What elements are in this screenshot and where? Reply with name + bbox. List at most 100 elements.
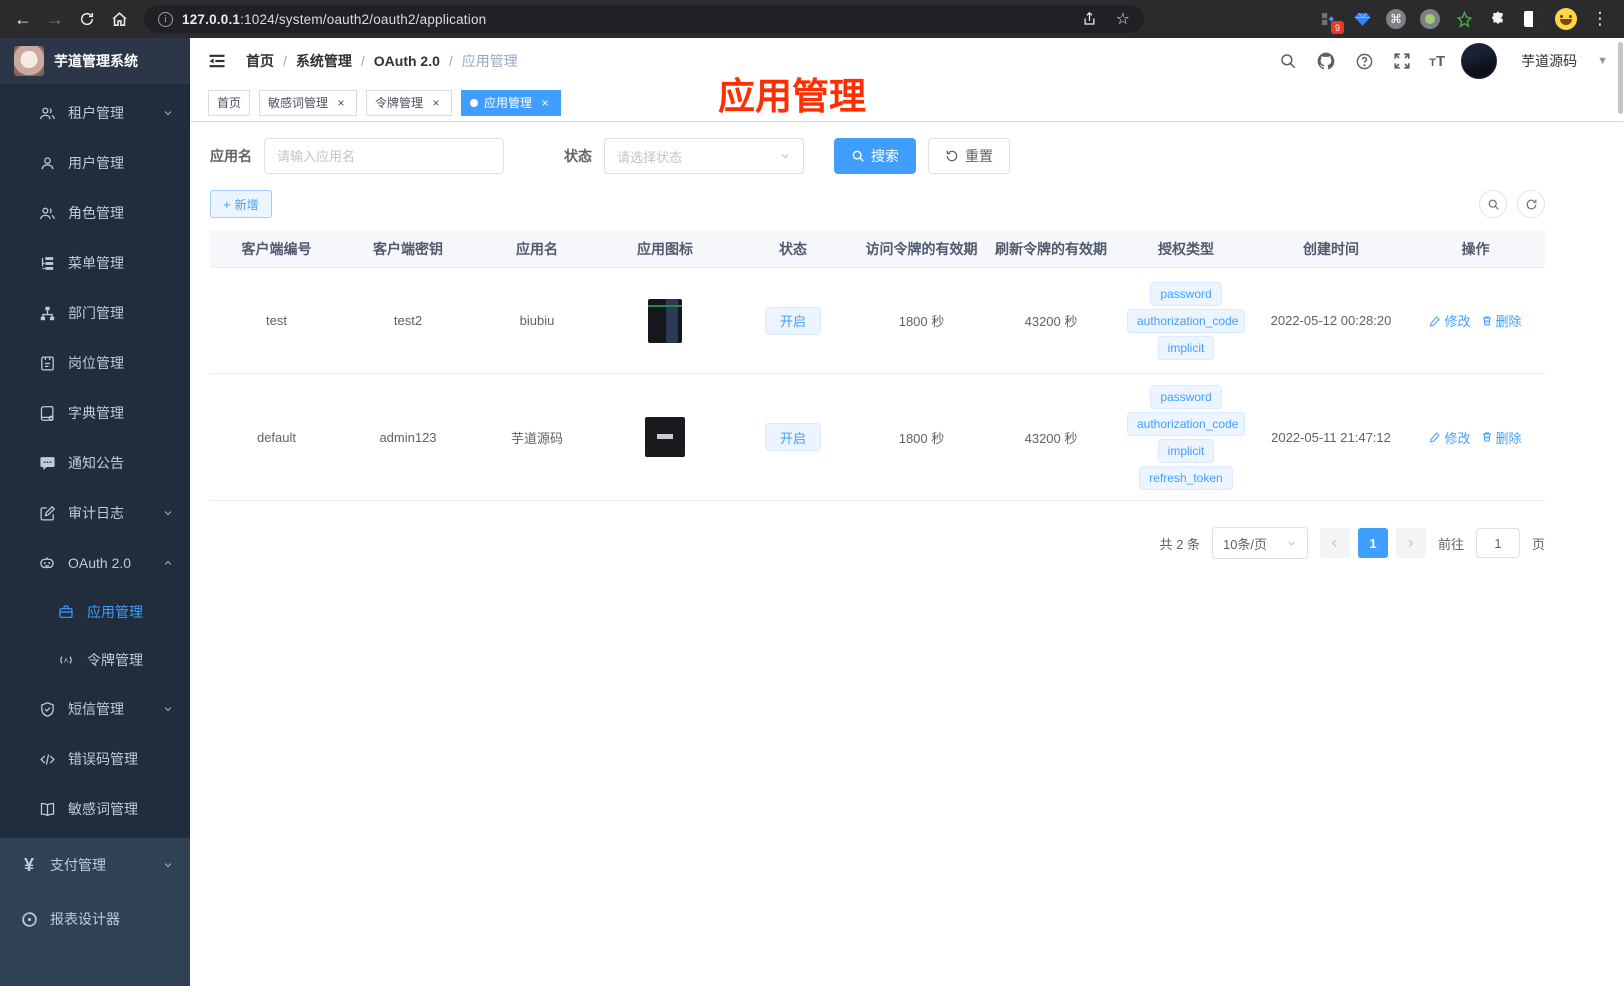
green-star-icon[interactable] xyxy=(1452,7,1476,31)
puzzle-icon[interactable] xyxy=(1486,7,1510,31)
share-icon[interactable] xyxy=(1082,11,1097,27)
tab-token[interactable]: 令牌管理 × xyxy=(366,89,453,116)
tab-sensitive-word[interactable]: 敏感词管理 × xyxy=(259,89,358,116)
cell-create-time: 2022-05-11 21:47:12 xyxy=(1271,429,1391,445)
extension-grid-icon[interactable]: 9 xyxy=(1316,7,1344,34)
prev-page-button[interactable] xyxy=(1319,528,1350,558)
record-circle-icon[interactable] xyxy=(1418,7,1442,31)
breadcrumb-oauth[interactable]: OAuth 2.0 xyxy=(374,53,440,69)
forward-arrow-icon[interactable]: → xyxy=(40,4,70,34)
profile-emoji-avatar[interactable] xyxy=(1554,7,1578,31)
url-bar[interactable]: i 127.0.0.1:1024/system/oauth2/oauth2/ap… xyxy=(144,5,1144,33)
search-button[interactable]: 搜索 xyxy=(834,138,916,174)
logo-rabbit-image xyxy=(14,46,44,76)
gem-icon[interactable] xyxy=(1350,7,1374,31)
sidebar-item-oauth2-application[interactable]: 应用管理 xyxy=(0,588,190,636)
goto-page-input[interactable] xyxy=(1475,528,1520,558)
sidebar-item-oauth2[interactable]: OAuth 2.0 xyxy=(0,538,190,588)
page-number-button[interactable]: 1 xyxy=(1357,528,1388,558)
page-scrollbar-thumb[interactable] xyxy=(1618,42,1623,114)
close-icon[interactable]: × xyxy=(334,96,348,110)
sidebar-item-label: 应用管理 xyxy=(87,604,143,620)
sidebar-item-label: 审计日志 xyxy=(68,505,124,521)
breadcrumb: 首页 / 系统管理 / OAuth 2.0 / 应用管理 xyxy=(246,51,518,71)
username: 芋道源码 xyxy=(1521,53,1578,69)
sidebar-item-label: 用户管理 xyxy=(68,155,124,171)
sidebar-item-label: 菜单管理 xyxy=(68,255,124,271)
reset-button[interactable]: 重置 xyxy=(928,138,1010,174)
sidebar-menu: 租户管理 用户管理 角色管理 菜单管理 部门管理 岗位管理 字典管理 通知公告 … xyxy=(0,84,190,986)
sidebar-item-report-designer[interactable]: 报表设计器 xyxy=(0,892,190,946)
page-content: 应用名 状态 请选择状态 搜索 重置 xyxy=(190,122,1624,986)
logo-area[interactable]: 芋道管理系统 xyxy=(0,38,190,84)
search-icon[interactable] xyxy=(1277,50,1299,72)
delete-link[interactable]: 删除 xyxy=(1481,311,1522,330)
home-icon[interactable] xyxy=(104,4,134,34)
add-button[interactable]: + 新增 xyxy=(210,190,272,218)
back-arrow-icon[interactable]: ← xyxy=(8,4,38,34)
split-square-icon[interactable] xyxy=(1520,7,1544,31)
sidebar-item-dept[interactable]: 部门管理 xyxy=(0,288,190,338)
sidebar-item-role[interactable]: 角色管理 xyxy=(0,188,190,238)
pagination: 共 2 条 10条/页 1 前往 页 xyxy=(210,527,1545,559)
refresh-table-button[interactable] xyxy=(1517,190,1545,218)
sidebar-item-oauth2-token[interactable]: A 令牌管理 xyxy=(0,636,190,684)
sidebar-item-sms[interactable]: 短信管理 xyxy=(0,684,190,734)
edit-link[interactable]: 修改 xyxy=(1429,428,1471,447)
plus-icon: + xyxy=(223,196,231,212)
page-size-select[interactable]: 10条/页 xyxy=(1211,527,1308,559)
cell-client-secret: admin123 xyxy=(379,429,437,445)
sidebar-item-errcode[interactable]: 错误码管理 xyxy=(0,734,190,784)
navbar: 首页 / 系统管理 / OAuth 2.0 / 应用管理 TT 芋道源码 ▼ xyxy=(190,38,1624,84)
github-icon[interactable] xyxy=(1315,50,1337,72)
close-icon[interactable]: × xyxy=(538,96,552,110)
navbar-actions: TT 芋道源码 ▼ xyxy=(1277,43,1608,79)
caret-down-icon[interactable]: ▼ xyxy=(1597,55,1608,67)
app-name-input[interactable] xyxy=(264,138,504,174)
bookmark-star-icon[interactable]: ☆ xyxy=(1116,9,1130,29)
fullscreen-icon[interactable] xyxy=(1391,50,1413,72)
next-page-button[interactable] xyxy=(1395,528,1426,558)
breadcrumb-system[interactable]: 系统管理 xyxy=(296,51,352,71)
sidebar-item-sensitive-word[interactable]: 敏感词管理 xyxy=(0,784,190,834)
col-app-name: 应用名 xyxy=(516,240,558,257)
font-size-icon[interactable]: TT xyxy=(1429,53,1445,70)
sidebar-item-user[interactable]: 用户管理 xyxy=(0,138,190,188)
sidebar-item-notice[interactable]: 通知公告 xyxy=(0,438,190,488)
delete-label: 删除 xyxy=(1495,430,1522,446)
delete-link[interactable]: 删除 xyxy=(1481,428,1522,447)
kebab-menu-icon[interactable]: ⋮ xyxy=(1588,7,1612,31)
info-circle-icon[interactable]: i xyxy=(158,11,173,27)
toggle-search-button[interactable] xyxy=(1479,190,1507,218)
tab-home[interactable]: 首页 xyxy=(208,89,251,116)
tab-application-active[interactable]: 应用管理 × xyxy=(461,89,562,116)
app-name-label: 应用名 xyxy=(210,148,252,164)
col-client-secret: 客户端密钥 xyxy=(373,240,443,257)
sidebar-item-dict[interactable]: 字典管理 xyxy=(0,388,190,438)
sidebar-item-tenant[interactable]: 租户管理 xyxy=(0,88,190,138)
command-circle-icon[interactable]: ⌘ xyxy=(1384,7,1408,31)
cell-refresh-validity: 43200 秒 xyxy=(1024,314,1078,329)
sidebar-item-audit-log[interactable]: 审计日志 xyxy=(0,488,190,538)
sidebar-item-post[interactable]: 岗位管理 xyxy=(0,338,190,388)
status-select[interactable]: 请选择状态 xyxy=(604,138,804,174)
edit-link[interactable]: 修改 xyxy=(1429,311,1471,330)
breadcrumb-home[interactable]: 首页 xyxy=(246,51,274,71)
sidebar-item-menu[interactable]: 菜单管理 xyxy=(0,238,190,288)
cell-create-time: 2022-05-12 00:28:20 xyxy=(1270,313,1392,328)
status-select-placeholder: 请选择状态 xyxy=(617,149,683,165)
cell-grant-types: password authorization_code implicit xyxy=(1116,281,1256,360)
close-icon[interactable]: × xyxy=(429,96,443,110)
status-label: 状态 xyxy=(564,148,592,164)
search-icon xyxy=(1488,199,1499,210)
help-circle-icon[interactable] xyxy=(1353,50,1375,72)
reload-icon[interactable] xyxy=(72,4,102,34)
user-avatar[interactable] xyxy=(1461,43,1498,79)
svg-text:A: A xyxy=(64,658,68,664)
delete-trash-icon xyxy=(1482,432,1491,442)
total-count: 共 2 条 xyxy=(1159,536,1200,552)
tab-label: 首页 xyxy=(217,96,242,110)
sidebar-item-pay[interactable]: ¥ 支付管理 xyxy=(0,838,190,892)
hamburger-fold-icon[interactable] xyxy=(206,50,228,72)
goto-label: 前往 xyxy=(1437,536,1464,552)
